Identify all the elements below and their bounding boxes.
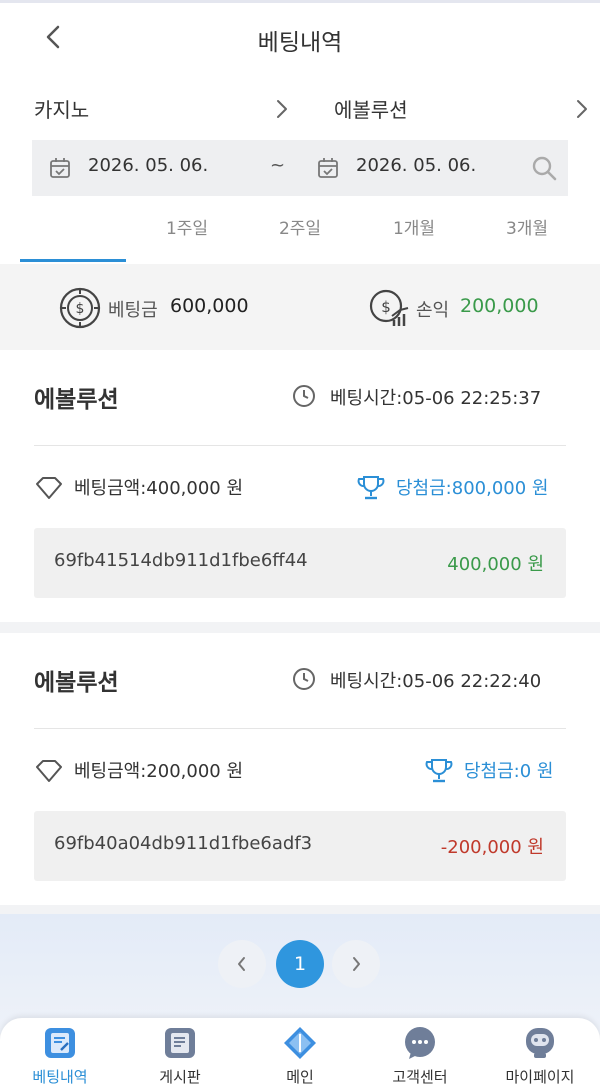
- period-tabs: 오늘 1주일 2주일 1개월 3개월: [0, 214, 600, 382]
- chat-icon: [405, 1027, 435, 1059]
- calendar-icon: [318, 158, 338, 178]
- category-select-casino[interactable]: 카지노: [34, 94, 89, 123]
- page-title: 베팅내역: [257, 30, 343, 56]
- profit-loss: 400,000 원: [447, 554, 544, 575]
- bet-amount: 베팅금액:400,000 원: [74, 478, 244, 499]
- game-name: 에볼루션: [34, 670, 119, 696]
- nav-mypage[interactable]: 마이페이지: [480, 1026, 600, 1092]
- tab-1week[interactable]: 1주일: [132, 214, 242, 239]
- svg-text:$: $: [381, 298, 391, 316]
- nav-board[interactable]: 게시판: [120, 1026, 240, 1092]
- bet-total-value: 600,000: [170, 295, 249, 317]
- nav-bet-history[interactable]: 베팅내역: [0, 1026, 120, 1092]
- bottom-nav: 베팅내역 게시판 메인 고객센터 마이페이지: [0, 1018, 600, 1092]
- bet-card[interactable]: 에볼루션 베팅시간:05-06 22:22:40 베팅금액:200,000 원 …: [0, 633, 600, 905]
- chevron-right-icon[interactable]: [574, 97, 590, 121]
- svg-text:$: $: [76, 301, 85, 317]
- bet-card[interactable]: 에볼루션 베팅시간:05-06 22:25:37 베팅금액:400,000 원 …: [0, 350, 600, 622]
- trophy-icon: [357, 476, 385, 500]
- clock-icon: [293, 385, 315, 407]
- nav-label: 고객센터: [392, 1068, 448, 1086]
- bet-id: 69fb41514db911d1fbe6ff44: [54, 550, 308, 571]
- bet-time: 베팅시간:05-06 22:22:40: [330, 671, 542, 692]
- trophy-icon: [425, 759, 453, 783]
- win-amount: 당첨금:800,000 원: [396, 478, 549, 499]
- bet-history-icon: [45, 1028, 75, 1058]
- profit-value: 200,000: [460, 295, 539, 317]
- page-current[interactable]: 1: [276, 940, 324, 988]
- chevron-right-icon: [353, 957, 360, 971]
- next-page-button[interactable]: [332, 940, 380, 988]
- top-bar: 베팅내역: [0, 0, 600, 74]
- category-row: 카지노 에볼루션: [0, 94, 600, 124]
- tab-2weeks[interactable]: 2주일: [245, 214, 355, 239]
- divider: [34, 445, 566, 446]
- nav-label: 메인: [286, 1068, 314, 1086]
- profit-label: 손익: [416, 300, 450, 321]
- tab-1month[interactable]: 1개월: [359, 214, 469, 239]
- nav-label: 베팅내역: [32, 1068, 88, 1086]
- profit-loss: -200,000 원: [440, 837, 544, 858]
- game-name: 에볼루션: [34, 387, 119, 413]
- nav-support[interactable]: 고객센터: [360, 1026, 480, 1092]
- tab-3months[interactable]: 3개월: [472, 214, 582, 239]
- active-tab-indicator: [20, 259, 126, 262]
- date-range-box: 2026. 05. 06. ~ 2026. 05. 06.: [32, 140, 568, 196]
- nav-main[interactable]: 메인: [240, 1026, 360, 1092]
- date-to-input[interactable]: 2026. 05. 06.: [356, 155, 476, 176]
- divider: [34, 728, 566, 729]
- filter-panel: 카지노 에볼루션 2026. 05. 06. ~ 2026. 05. 06. 1…: [0, 74, 600, 382]
- bet-id-box: 69fb40a04db911d1fbe6adf3 -200,000 원: [34, 811, 566, 881]
- bet-id-box: 69fb41514db911d1fbe6ff44 400,000 원: [34, 528, 566, 598]
- coin-icon: $: [59, 287, 101, 329]
- pagination: 1: [0, 914, 600, 1034]
- date-separator: ~: [270, 155, 286, 176]
- bet-total: $ 베팅금 600,000: [58, 286, 278, 330]
- win-amount: 당첨금:0 원: [464, 761, 554, 782]
- bet-amount: 베팅금액:200,000 원: [74, 761, 244, 782]
- board-icon: [165, 1028, 195, 1058]
- diamond-icon: [36, 477, 62, 499]
- clock-icon: [293, 668, 315, 690]
- calendar-icon: [50, 158, 70, 178]
- prev-page-button[interactable]: [218, 940, 266, 988]
- profit-chart-icon: $: [369, 289, 409, 326]
- nav-label: 마이페이지: [505, 1068, 575, 1086]
- main-icon: [284, 1027, 316, 1059]
- bet-id: 69fb40a04db911d1fbe6adf3: [54, 833, 313, 854]
- summary-bar: $ 베팅금 600,000 $ 손익 200,000: [0, 264, 600, 350]
- chevron-left-icon: [238, 957, 245, 971]
- nav-label: 게시판: [159, 1068, 201, 1086]
- chevron-right-icon[interactable]: [274, 97, 290, 121]
- bet-total-label: 베팅금: [108, 300, 158, 321]
- diamond-icon: [36, 760, 62, 782]
- category-select-provider[interactable]: 에볼루션: [334, 94, 408, 123]
- profit-total: $ 손익 200,000: [368, 286, 568, 330]
- mypage-icon: [526, 1028, 554, 1058]
- search-icon[interactable]: [530, 154, 558, 182]
- date-from-input[interactable]: 2026. 05. 06.: [88, 155, 208, 176]
- bet-time: 베팅시간:05-06 22:25:37: [330, 388, 542, 409]
